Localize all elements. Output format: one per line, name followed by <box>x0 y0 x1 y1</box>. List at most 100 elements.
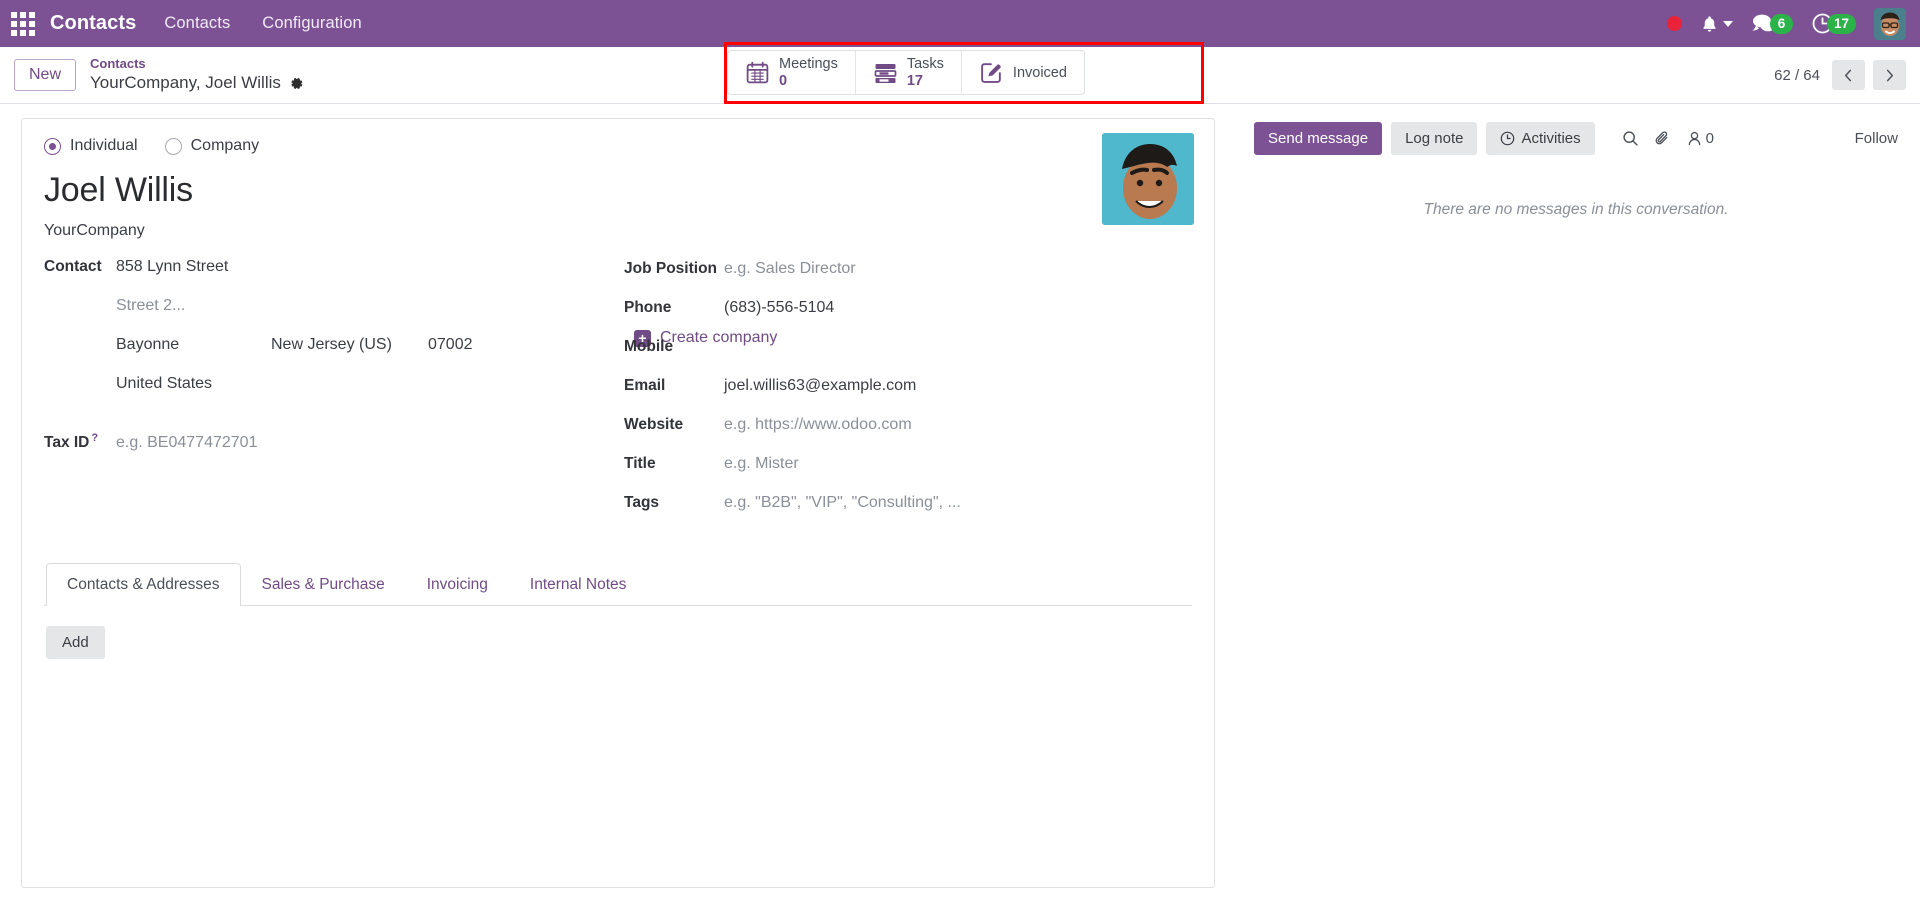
value-street[interactable]: 858 Lynn Street <box>116 252 228 282</box>
pencil-square-icon <box>981 63 1001 83</box>
activities-count-badge: 17 <box>1826 13 1856 34</box>
form-notebook-tabs: Contacts & Addresses Sales & Purchase In… <box>44 563 1192 606</box>
breadcrumb-current-label: YourCompany, Joel Willis <box>90 73 281 92</box>
gear-icon[interactable] <box>289 76 303 90</box>
address-line: Bayonne New Jersey (US) 07002 <box>116 330 473 360</box>
field-title: Title e.g. Mister <box>624 449 1064 479</box>
label-title: Title <box>624 455 656 472</box>
followers-button[interactable]: 0 <box>1686 130 1714 147</box>
value-city[interactable]: Bayonne <box>116 330 271 360</box>
value-street2[interactable]: Street 2... <box>116 291 185 321</box>
chatter-toolbar: Send message Log note Activities 0 Follo… <box>1254 122 1898 155</box>
navbar-right-group: 6 17 <box>1666 7 1906 40</box>
value-title[interactable]: e.g. Mister <box>724 449 799 479</box>
breadcrumb-current: YourCompany, Joel Willis <box>90 72 303 94</box>
field-country: United States <box>44 369 624 399</box>
activities-button-label: Activities <box>1521 130 1581 147</box>
label-phone: Phone <box>624 299 672 316</box>
contact-type-radio-group: Individual Company <box>44 137 1192 155</box>
value-state[interactable]: New Jersey (US) <box>271 330 428 360</box>
messages-button[interactable]: 6 <box>1751 13 1793 34</box>
radio-company[interactable] <box>164 137 182 155</box>
chatter-empty-message: There are no messages in this conversati… <box>1423 201 1729 218</box>
page-body: Individual Company Joel Willis YourCompa… <box>0 104 1920 906</box>
field-mobile: Mobile <box>624 332 1064 362</box>
stat-button-invoiced[interactable]: Invoiced <box>962 51 1084 94</box>
label-contact: Contact <box>44 258 102 275</box>
avatar[interactable] <box>1874 7 1906 40</box>
radio-label-individual[interactable]: Individual <box>70 137 138 155</box>
stat-button-tasks[interactable]: Tasks 17 <box>856 51 962 94</box>
tab-contacts-addresses[interactable]: Contacts & Addresses <box>46 563 241 606</box>
stat-label-meetings: Meetings <box>779 55 838 72</box>
radio-label-company[interactable]: Company <box>191 137 259 155</box>
tab-sales-purchase[interactable]: Sales & Purchase <box>241 563 406 606</box>
value-phone[interactable]: (683)-556-5104 <box>724 293 834 323</box>
record-dot-icon[interactable] <box>1666 16 1682 31</box>
field-email: Email joel.willis63@example.com <box>624 371 1064 401</box>
page-title[interactable]: Joel Willis <box>44 168 1192 212</box>
tab-internal-notes[interactable]: Internal Notes <box>509 563 648 606</box>
stat-buttons-bar: Meetings 0 Tasks 17 Invoiced <box>727 50 1085 95</box>
pager-previous-button[interactable] <box>1832 60 1865 90</box>
label-job-position: Job Position <box>624 260 717 277</box>
label-tax-id-text: Tax ID <box>44 434 90 452</box>
chatter-panel: Send message Log note Activities 0 Follo… <box>1232 104 1920 906</box>
field-job-position: Job Position e.g. Sales Director <box>624 254 1064 284</box>
add-button[interactable]: Add <box>46 626 105 659</box>
stat-button-meetings[interactable]: Meetings 0 <box>728 51 856 94</box>
follow-button[interactable]: Follow <box>1855 130 1898 147</box>
breadcrumb-parent-contacts[interactable]: Contacts <box>90 56 303 72</box>
app-brand-contacts[interactable]: Contacts <box>50 12 136 35</box>
radio-individual[interactable] <box>44 137 61 155</box>
pager: 62 / 64 <box>1774 60 1906 90</box>
followers-count: 0 <box>1705 130 1714 147</box>
label-tax-id: Tax ID? <box>44 423 116 458</box>
pager-count: 62 / 64 <box>1774 66 1820 84</box>
value-tags[interactable]: e.g. "B2B", "VIP", "Consulting", ... <box>724 488 961 518</box>
form-columns: Contact 858 Lynn Street Street 2... Bayo… <box>44 252 1192 527</box>
messages-count-badge: 6 <box>1769 13 1793 34</box>
label-mobile: Mobile <box>624 338 674 355</box>
chevron-down-icon <box>1722 20 1733 27</box>
value-country[interactable]: United States <box>116 369 212 399</box>
activities-button[interactable]: Activities <box>1486 122 1595 155</box>
form-left-column: Contact 858 Lynn Street Street 2... Bayo… <box>44 252 624 527</box>
value-website[interactable]: e.g. https://www.odoo.com <box>724 410 912 440</box>
field-tags: Tags e.g. "B2B", "VIP", "Consulting", ..… <box>624 488 1064 518</box>
top-navbar: Contacts Contacts Configuration 6 17 <box>0 0 1920 47</box>
chatter-icon-group: 0 <box>1622 130 1714 147</box>
tab-invoicing[interactable]: Invoicing <box>406 563 509 606</box>
contact-avatar[interactable] <box>1102 133 1194 225</box>
value-email[interactable]: joel.willis63@example.com <box>724 371 916 401</box>
user-icon <box>1688 131 1700 146</box>
stat-value-meetings: 0 <box>779 72 788 89</box>
bell-icon <box>1703 15 1716 32</box>
notifications-bell-button[interactable] <box>1700 14 1733 34</box>
breadcrumb: Contacts YourCompany, Joel Willis <box>90 56 303 94</box>
chevron-left-icon <box>1844 69 1852 81</box>
form-sheet: Individual Company Joel Willis YourCompa… <box>21 118 1215 888</box>
value-zip[interactable]: 07002 <box>428 330 473 360</box>
label-email: Email <box>624 377 666 394</box>
stat-label-tasks: Tasks <box>906 55 944 72</box>
chevron-right-icon <box>1886 69 1894 81</box>
value-tax-id[interactable]: e.g. BE0477472701 <box>116 428 257 458</box>
field-website: Website e.g. https://www.odoo.com <box>624 410 1064 440</box>
activities-button[interactable]: 17 <box>1811 12 1856 35</box>
new-button[interactable]: New <box>14 59 77 91</box>
parent-company-field[interactable]: YourCompany <box>44 222 1192 240</box>
pager-next-button[interactable] <box>1873 60 1906 90</box>
send-message-button[interactable]: Send message <box>1254 122 1383 155</box>
paperclip-icon[interactable] <box>1654 130 1671 147</box>
menu-contacts[interactable]: Contacts <box>164 14 230 33</box>
field-city-state-zip: Bayonne New Jersey (US) 07002 <box>44 330 624 360</box>
field-contact-street: Contact 858 Lynn Street <box>44 252 624 282</box>
search-icon[interactable] <box>1622 130 1639 147</box>
log-note-button[interactable]: Log note <box>1391 122 1478 155</box>
menu-configuration[interactable]: Configuration <box>262 14 361 33</box>
value-job-position[interactable]: e.g. Sales Director <box>724 254 856 284</box>
tax-id-help-icon[interactable]: ? <box>91 432 98 444</box>
apps-grid-icon[interactable] <box>10 11 36 37</box>
label-website: Website <box>624 416 684 433</box>
